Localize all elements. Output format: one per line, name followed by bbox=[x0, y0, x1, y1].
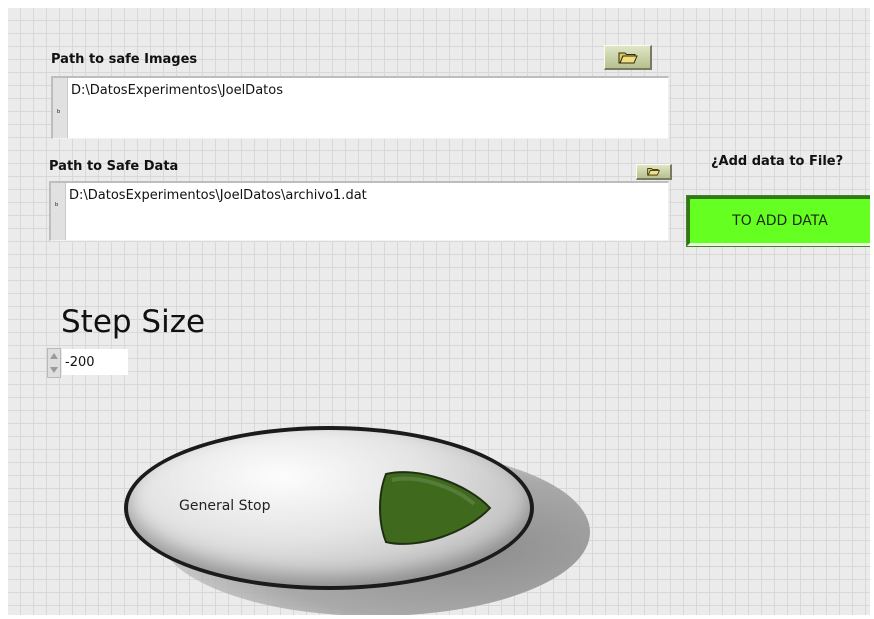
data-path-field[interactable]: ᵇ D:\DatosExperimentos\JoelDatos\archivo… bbox=[49, 181, 669, 241]
add-data-question: ¿Add data to File? bbox=[711, 154, 844, 169]
step-size-control bbox=[47, 348, 137, 378]
images-path-label: Path to safe Images bbox=[51, 52, 198, 67]
data-browse-button[interactable] bbox=[636, 164, 672, 180]
general-stop-button[interactable]: General Stop bbox=[124, 426, 534, 590]
path-type-strip: ᵇ bbox=[53, 78, 68, 138]
images-path-field[interactable]: ᵇ D:\DatosExperimentos\JoelDatos bbox=[51, 76, 669, 139]
front-panel: Path to safe Images ᵇ D:\DatosExperiment… bbox=[8, 8, 870, 615]
path-type-strip: ᵇ bbox=[51, 183, 66, 240]
general-stop-label: General Stop bbox=[179, 498, 271, 514]
step-size-spinner[interactable] bbox=[47, 348, 61, 378]
data-path-value: D:\DatosExperimentos\JoelDatos\archivo1.… bbox=[69, 188, 367, 203]
folder-open-icon bbox=[647, 168, 660, 176]
add-data-button[interactable]: TO ADD DATA bbox=[687, 196, 870, 246]
images-browse-button[interactable] bbox=[604, 45, 652, 70]
decrement-arrow-icon[interactable] bbox=[50, 367, 58, 373]
step-size-input[interactable] bbox=[62, 349, 128, 375]
increment-arrow-icon[interactable] bbox=[50, 353, 58, 359]
images-path-value: D:\DatosExperimentos\JoelDatos bbox=[71, 83, 283, 98]
stop-led-indicator bbox=[379, 471, 492, 545]
step-size-label: Step Size bbox=[61, 304, 206, 340]
data-path-label: Path to Safe Data bbox=[49, 159, 179, 174]
folder-open-icon bbox=[618, 52, 638, 63]
